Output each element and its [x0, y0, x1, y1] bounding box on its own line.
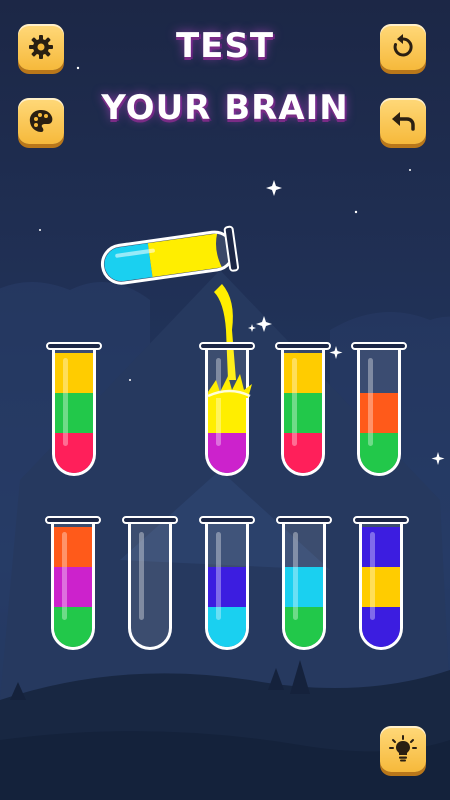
liquid-layer-cyan [208, 607, 246, 647]
test-tube[interactable] [46, 342, 102, 476]
tube-glass [282, 522, 326, 650]
liquid-layer-yellow [55, 353, 93, 393]
glass-shine [63, 358, 68, 446]
tube-rim [275, 342, 331, 350]
tube-liquid [55, 353, 93, 473]
liquid-layer-orange [360, 393, 398, 433]
undo-icon [392, 112, 415, 131]
tube-glass [52, 348, 96, 476]
liquid-layer-green [54, 607, 92, 647]
tube-rim [46, 342, 102, 350]
test-tube[interactable] [45, 516, 101, 650]
tube-liquid [285, 567, 323, 647]
tube-liquid [208, 567, 246, 647]
liquid-layer-red [284, 433, 322, 473]
test-tube[interactable] [353, 516, 409, 650]
tube-glass [359, 522, 403, 650]
tube-liquid [284, 353, 322, 473]
liquid-layer-green [360, 433, 398, 473]
liquid-layer-cyan [285, 567, 323, 607]
tube-rim [45, 516, 101, 524]
liquid-layer-red [55, 433, 93, 473]
test-tube[interactable] [199, 342, 255, 476]
test-tube[interactable] [199, 516, 255, 650]
liquid-layer-magenta [54, 567, 92, 607]
glass-shine [139, 532, 144, 620]
lightbulb-icon [389, 735, 417, 762]
tube-liquid [360, 393, 398, 473]
glass-shine [370, 532, 375, 620]
liquid-layer-magenta [208, 433, 246, 473]
test-tube[interactable] [122, 516, 178, 650]
glass-shine [62, 532, 67, 620]
tube-glass [281, 348, 325, 476]
liquid-layer-blue [208, 567, 246, 607]
tube-glass [205, 522, 249, 650]
tube-rim [276, 516, 332, 524]
liquid-layer-blue [362, 527, 400, 567]
tube-liquid [362, 527, 400, 647]
liquid-layer-yellow [362, 567, 400, 607]
tube-rim [199, 516, 255, 524]
tube-rim [122, 516, 178, 524]
hint-button[interactable] [380, 726, 426, 772]
liquid-layer-yellow [284, 353, 322, 393]
glass-shine [292, 358, 297, 446]
tube-rim [199, 342, 255, 350]
tube-rim [353, 516, 409, 524]
liquid-layer-green [285, 607, 323, 647]
game-screen: TEST YOUR BRAIN [0, 0, 450, 800]
glass-shine [216, 532, 221, 620]
liquid-layer-blue [362, 607, 400, 647]
tube-glass [128, 522, 172, 650]
liquid-layer-orange [54, 527, 92, 567]
undo-button[interactable] [380, 98, 426, 144]
liquid-layer-green [284, 393, 322, 433]
palette-button[interactable] [18, 98, 64, 144]
liquid-layer-bright_yellow [208, 393, 246, 433]
test-tube[interactable] [276, 516, 332, 650]
tube-liquid [208, 393, 246, 473]
glass-shine [216, 358, 221, 446]
settings-button[interactable] [18, 24, 64, 70]
tube-rim [351, 342, 407, 350]
test-tube[interactable] [275, 342, 331, 476]
glass-shine [368, 358, 373, 446]
tube-glass [205, 348, 249, 476]
tube-liquid [54, 527, 92, 647]
restart-icon [393, 34, 413, 57]
tube-glass [51, 522, 95, 650]
glass-shine [293, 532, 298, 620]
gear-icon [29, 35, 53, 59]
palette-icon [29, 110, 53, 132]
test-tube[interactable] [351, 342, 407, 476]
tube-glass [357, 348, 401, 476]
restart-button[interactable] [380, 24, 426, 70]
liquid-layer-green [55, 393, 93, 433]
